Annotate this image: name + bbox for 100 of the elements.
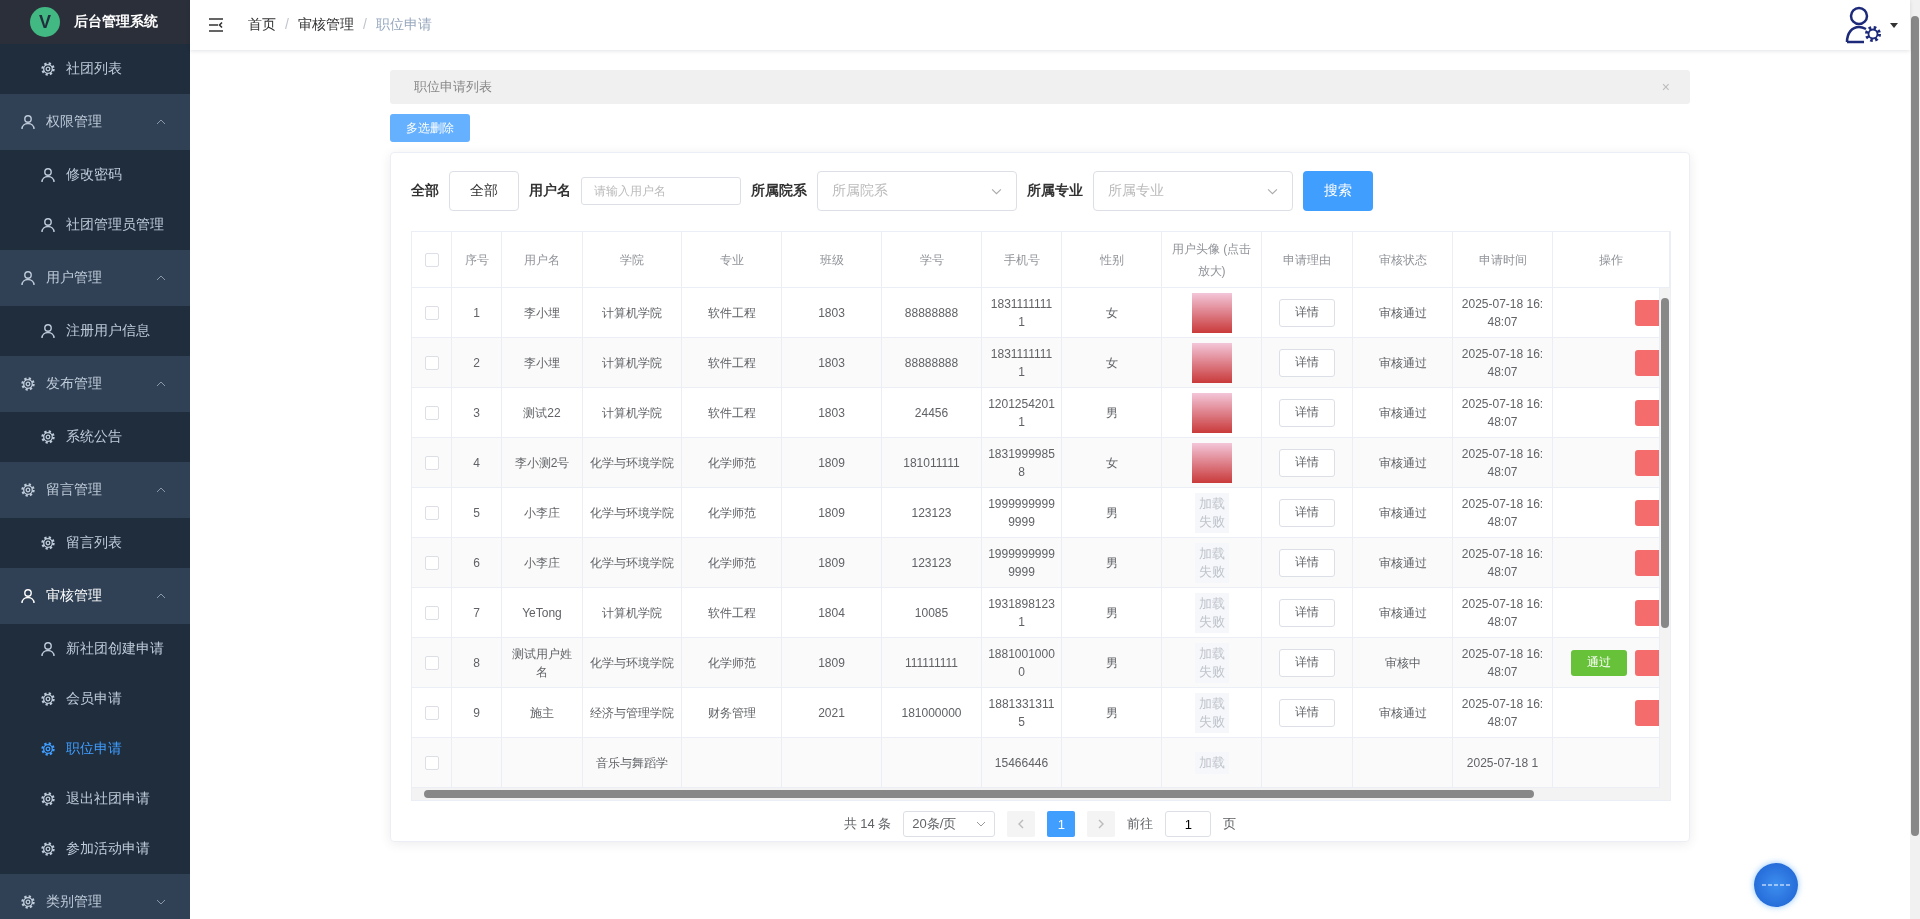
checkbox[interactable]	[424, 555, 439, 570]
chevron-down-icon	[1267, 187, 1278, 195]
filter-label: 全部	[411, 182, 439, 200]
photo-placeholder[interactable]	[1191, 342, 1232, 383]
photo-placeholder[interactable]	[1191, 442, 1232, 483]
table-cell-text: 5	[473, 504, 480, 522]
scrollbar[interactable]	[1910, 0, 1920, 919]
next-page-button[interactable]	[1087, 811, 1116, 837]
table-cell-text: 女	[1105, 354, 1118, 372]
table-cell-text: 123123	[911, 504, 952, 522]
table-cell-text: 1803	[818, 354, 845, 372]
table-cell-text: 15466446	[994, 754, 1049, 772]
menu-icon[interactable]	[208, 18, 224, 32]
detail-button[interactable]: 详情	[1279, 398, 1335, 427]
checkbox[interactable]	[424, 705, 439, 720]
user-icon	[20, 270, 36, 286]
sidebar-group[interactable]: 留言管理	[0, 462, 190, 518]
detail-button[interactable]: 详情	[1279, 448, 1335, 477]
logo-icon: V	[30, 7, 60, 37]
table-cell-text: 6	[473, 554, 480, 572]
table-cell-text: 3	[473, 404, 480, 422]
checkbox[interactable]	[424, 505, 439, 520]
table-cell-text: 化学与环境学院	[590, 454, 674, 472]
table-cell-text: 审核通过	[1378, 554, 1427, 572]
table-cell-text: 化学与环境学院	[590, 504, 674, 522]
table-cell-text: 88888888	[904, 354, 959, 372]
checkbox[interactable]	[424, 605, 439, 620]
user-icon	[40, 323, 56, 339]
chevron-icon	[156, 381, 166, 387]
table-cell-text: 1	[473, 304, 480, 322]
table-cell-text: 2025-07-18 16:48:07	[1460, 345, 1545, 381]
all-button[interactable]: 全部	[449, 171, 519, 211]
table-cell-text: 2025-07-18 16:48:07	[1460, 445, 1545, 481]
action-button[interactable]	[1635, 349, 1659, 376]
action-button[interactable]	[1635, 599, 1659, 626]
table-cell-text: 19999999999999	[988, 545, 1055, 581]
checkbox[interactable]	[424, 305, 439, 320]
action-button[interactable]	[1635, 699, 1659, 726]
table-cell-text: 2025-07-18 16:48:07	[1460, 395, 1545, 431]
page-size-select[interactable]: 20条/页	[903, 811, 996, 837]
chevron-left-icon	[1018, 819, 1025, 829]
filter-label: 用户名	[529, 182, 571, 200]
checkbox[interactable]	[424, 455, 439, 470]
scrollbar[interactable]	[412, 788, 1670, 800]
chevron-down-icon	[976, 821, 987, 827]
checkbox[interactable]	[424, 355, 439, 370]
table-cell-text: 软件工程	[707, 604, 756, 622]
detail-button[interactable]: 详情	[1279, 648, 1335, 677]
action-button[interactable]	[1635, 499, 1659, 526]
chevron-icon	[156, 275, 166, 281]
action-button[interactable]	[1635, 449, 1659, 476]
action-button[interactable]	[1635, 399, 1659, 426]
table-cell-text: 软件工程	[707, 354, 756, 372]
table-cell-text: 审核通过	[1378, 604, 1427, 622]
table-cell-text: 审核通过	[1378, 304, 1427, 322]
detail-button[interactable]: 详情	[1279, 348, 1335, 377]
detail-button[interactable]: 详情	[1279, 298, 1335, 327]
scrollbar[interactable]	[1660, 288, 1670, 788]
checkbox[interactable]	[424, 405, 439, 420]
checkbox[interactable]	[424, 252, 439, 267]
breadcrumb-link[interactable]: 首页	[248, 16, 276, 34]
chevron-icon	[156, 119, 166, 125]
user-settings-icon[interactable]	[1844, 5, 1884, 45]
action-button[interactable]	[1635, 299, 1659, 326]
sidebar-group[interactable]: 权限管理	[0, 94, 190, 150]
previous-page-button[interactable]	[1007, 811, 1036, 837]
action-button[interactable]	[1635, 649, 1659, 676]
table-cell-text: 计算机学院	[602, 354, 662, 372]
table-cell-text: 8	[473, 654, 480, 672]
table-cell-text: 19999999999999	[988, 495, 1055, 531]
checkbox[interactable]	[424, 655, 439, 670]
checkbox[interactable]	[424, 755, 439, 770]
table-cell-text: 2025-07-18 16:48:07	[1460, 695, 1545, 731]
sidebar-group[interactable]: 用户管理	[0, 250, 190, 306]
detail-button[interactable]: 详情	[1279, 498, 1335, 527]
username-field[interactable]: 请输入用户名	[581, 177, 741, 205]
table-cell-text: 男	[1105, 504, 1118, 522]
detail-button[interactable]: 详情	[1279, 698, 1335, 727]
breadcrumb-link[interactable]: 审核管理	[297, 16, 354, 34]
caret-icon[interactable]	[1890, 22, 1898, 28]
table-cell-text: 计算机学院	[602, 404, 662, 422]
table-cell-text: 测试用户姓名	[511, 645, 573, 681]
photo-placeholder[interactable]	[1191, 392, 1232, 433]
detail-button[interactable]: 详情	[1279, 598, 1335, 627]
table-cell-text: 女	[1105, 454, 1118, 472]
sidebar-group[interactable]: 类别管理	[0, 874, 190, 919]
floating-button[interactable]	[1754, 863, 1798, 907]
sidebar-group[interactable]: 发布管理	[0, 356, 190, 412]
page-field[interactable]: 1	[1165, 811, 1212, 837]
table-cell-text: 19318981231	[988, 595, 1055, 631]
detail-button[interactable]: 详情	[1279, 548, 1335, 577]
sidebar-group[interactable]: 审核管理	[0, 568, 190, 624]
photo-placeholder[interactable]	[1191, 292, 1232, 333]
table-cell-text: 化学与环境学院	[590, 554, 674, 572]
total-count: 共 14 条	[843, 815, 892, 833]
action-button[interactable]	[1635, 549, 1659, 576]
table-cell-text: 1803	[818, 404, 845, 422]
gear-icon	[40, 841, 56, 857]
app-title: 后台管理系统	[74, 13, 158, 31]
table-cell-text: 化学师范	[707, 454, 756, 472]
